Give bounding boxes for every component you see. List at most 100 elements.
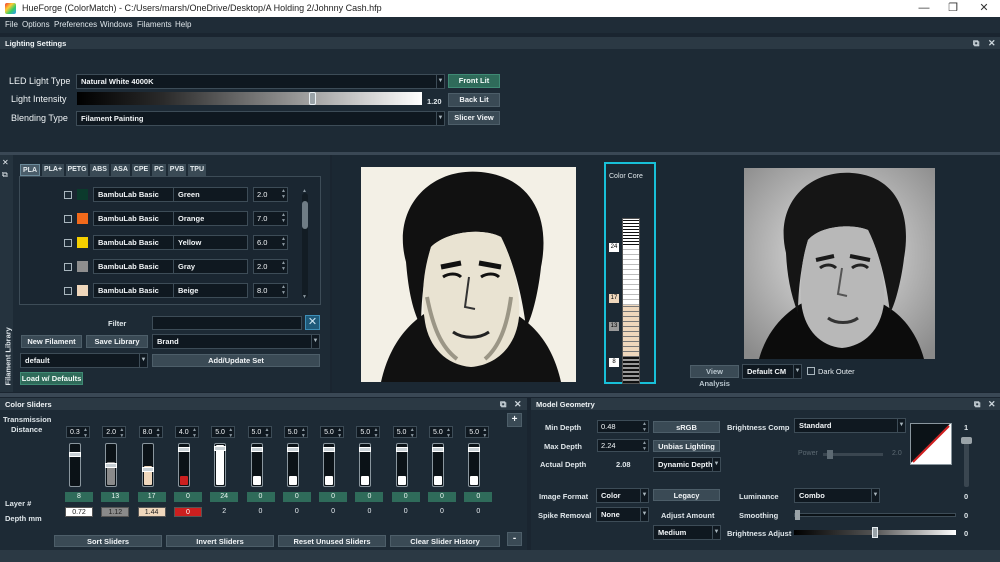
scroll-down-icon[interactable]: ▼ [302, 294, 307, 300]
spin-arrows-icon[interactable]: ▲ ▼ [337, 427, 342, 439]
color-slider[interactable] [323, 443, 336, 487]
color-slider[interactable] [177, 443, 190, 487]
spin-arrows-icon[interactable]: ▲ ▼ [119, 427, 124, 439]
unbias-lighting-button[interactable]: Unbias Lighting [653, 440, 720, 452]
slider-thumb[interactable] [250, 447, 263, 452]
color-map-select[interactable]: Default CM ▼ [742, 364, 802, 379]
filament-td-spinbox[interactable]: 2.0 ▲ ▼ [253, 187, 288, 202]
slider-thumb[interactable] [468, 447, 481, 452]
light-intensity-slider[interactable] [77, 92, 422, 105]
spin-arrows-icon[interactable]: ▲ ▼ [410, 427, 415, 439]
invert-sliders-button[interactable]: Invert Sliders [166, 535, 274, 547]
filter-input[interactable] [152, 316, 302, 330]
tab-asa[interactable]: ASA [111, 164, 130, 176]
vertical-slider-thumb[interactable] [961, 437, 972, 444]
color-slider[interactable] [359, 443, 372, 487]
vertical-slider[interactable] [961, 437, 972, 487]
slider-thumb[interactable] [177, 447, 190, 452]
back-lit-button[interactable]: Back Lit [448, 93, 500, 107]
front-lit-button[interactable]: Front Lit [448, 74, 500, 88]
slider-thumb[interactable] [359, 447, 372, 452]
close-panel-icon[interactable]: ✕ [2, 158, 9, 167]
slider-thumb[interactable] [395, 447, 408, 452]
filament-row[interactable]: BambuLab Basic Orange 7.0 ▲ ▼ [20, 210, 300, 230]
transmission-distance-spinbox[interactable]: 5.0 ▲ ▼ [211, 426, 236, 439]
clear-filter-icon[interactable]: ✕ [305, 315, 320, 330]
led-light-type-select[interactable]: Natural White 4000K ▼ [76, 74, 445, 89]
maximize-button[interactable]: ❐ [945, 1, 961, 15]
spin-arrows-icon[interactable]: ▲ ▼ [281, 284, 286, 296]
filament-name-field[interactable]: Beige [173, 283, 248, 298]
transmission-distance-spinbox[interactable]: 5.0 ▲ ▼ [429, 426, 453, 439]
brand-select[interactable]: Brand ▼ [152, 334, 320, 349]
transmission-distance-spinbox[interactable]: 5.0 ▲ ▼ [320, 426, 345, 439]
minimize-button[interactable]: — [916, 1, 932, 15]
float-icon[interactable]: ⧉ [974, 399, 980, 410]
tab-pvb[interactable]: PVB [168, 164, 186, 176]
spin-arrows-icon[interactable]: ▲ ▼ [83, 427, 88, 439]
transmission-distance-spinbox[interactable]: 5.0 ▲ ▼ [283, 426, 308, 439]
scroll-up-icon[interactable]: ▲ [302, 188, 307, 194]
filament-td-spinbox[interactable]: 6.0 ▲ ▼ [253, 235, 288, 250]
filament-td-spinbox[interactable]: 8.0 ▲ ▼ [253, 283, 288, 298]
spin-arrows-icon[interactable]: ▲ ▼ [281, 188, 286, 200]
slider-thumb[interactable] [105, 463, 118, 468]
filament-name-field[interactable]: Gray [173, 259, 248, 274]
tab-petg[interactable]: PETG [66, 164, 88, 176]
spin-arrows-icon[interactable]: ▲ ▼ [281, 212, 286, 224]
reset-unused-sliders-button[interactable]: Reset Unused Sliders [278, 535, 386, 547]
color-slider[interactable] [105, 443, 118, 487]
close-panel-icon[interactable]: ✕ [514, 399, 522, 410]
menu-filaments[interactable]: Filaments [137, 20, 172, 29]
filament-name-field[interactable]: Yellow [173, 235, 248, 250]
spin-arrows-icon[interactable]: ▲ ▼ [482, 427, 487, 439]
source-image[interactable] [744, 168, 935, 359]
brightness-adjust-slider[interactable] [794, 527, 956, 538]
add-slider-button[interactable]: + [507, 413, 522, 427]
new-filament-button[interactable]: New Filament [21, 335, 82, 348]
float-icon[interactable]: ⧉ [973, 38, 979, 49]
filament-select-checkbox[interactable] [64, 263, 72, 271]
filament-select-checkbox[interactable] [64, 215, 72, 223]
transmission-distance-spinbox[interactable]: 5.0 ▲ ▼ [392, 426, 417, 439]
power-slider[interactable] [823, 450, 883, 459]
color-slider[interactable] [69, 443, 81, 487]
filament-select-checkbox[interactable] [64, 287, 72, 295]
menu-windows[interactable]: Windows [100, 20, 132, 29]
add-update-set-button[interactable]: Add/Update Set [152, 354, 320, 367]
srgb-button[interactable]: sRGB [653, 421, 720, 433]
light-intensity-thumb[interactable] [309, 92, 316, 105]
filament-row[interactable]: BambuLab Basic Gray 2.0 ▲ ▼ [20, 258, 300, 278]
slider-thumb[interactable] [286, 447, 299, 452]
transmission-distance-spinbox[interactable]: 8.0 ▲ ▼ [138, 426, 163, 439]
remove-slider-button[interactable]: - [507, 532, 522, 546]
transmission-distance-spinbox[interactable]: 4.0 ▲ ▼ [174, 426, 199, 439]
color-slider[interactable] [286, 443, 299, 487]
brightness-comp-select[interactable]: Standard ▼ [794, 418, 906, 433]
filament-name-field[interactable]: Orange [173, 211, 248, 226]
spike-removal-select[interactable]: None ▼ [596, 507, 649, 522]
filament-row[interactable]: BambuLab Basic Beige 8.0 ▲ ▼ [20, 282, 300, 302]
filament-name-field[interactable]: Green [173, 187, 248, 202]
filament-td-spinbox[interactable]: 7.0 ▲ ▼ [253, 211, 288, 226]
transmission-distance-spinbox[interactable]: 5.0 ▲ ▼ [356, 426, 381, 439]
smoothing-thumb[interactable] [795, 510, 800, 520]
slider-thumb[interactable] [323, 447, 336, 452]
close-panel-icon[interactable]: ✕ [988, 38, 996, 49]
spin-arrows-icon[interactable]: ▲ ▼ [192, 427, 197, 439]
tab-cpe[interactable]: CPE [132, 164, 150, 176]
color-slider[interactable] [432, 443, 444, 487]
brightness-adjust-thumb[interactable] [872, 527, 878, 538]
load-defaults-button[interactable]: Load w/ Defaults [20, 372, 83, 385]
color-slider[interactable] [395, 443, 408, 487]
spin-arrows-icon[interactable]: ▲ ▼ [642, 421, 647, 433]
filament-td-spinbox[interactable]: 2.0 ▲ ▼ [253, 259, 288, 274]
min-depth-spinbox[interactable]: 0.48 ▲ ▼ [597, 420, 649, 433]
spin-arrows-icon[interactable]: ▲ ▼ [265, 427, 270, 439]
tab-pc[interactable]: PC [152, 164, 166, 176]
transmission-distance-spinbox[interactable]: 0.3 ▲ ▼ [66, 426, 90, 439]
menu-file[interactable]: File [5, 20, 18, 29]
color-slider[interactable] [250, 443, 263, 487]
dark-outer-checkbox[interactable] [807, 367, 815, 375]
transmission-distance-spinbox[interactable]: 5.0 ▲ ▼ [465, 426, 490, 439]
